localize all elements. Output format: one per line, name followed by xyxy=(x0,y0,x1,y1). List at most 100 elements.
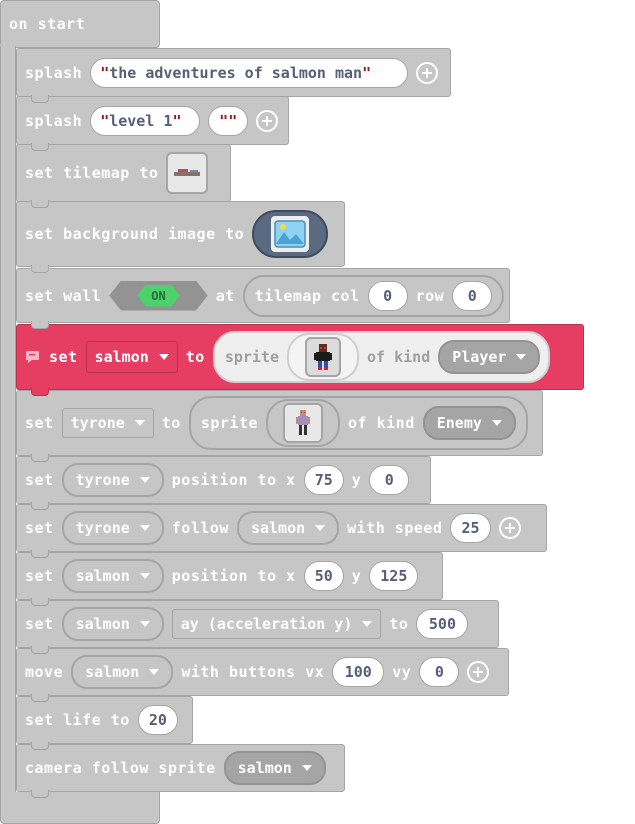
dropdown-caret-icon xyxy=(301,765,312,771)
plus-icon[interactable] xyxy=(498,517,521,539)
splash-subtitle-input[interactable]: " " xyxy=(208,105,249,136)
wall-row-label: row xyxy=(415,286,445,305)
move-sprite-dropdown[interactable]: salmon xyxy=(71,655,174,689)
of-kind-label: of kind xyxy=(367,348,431,366)
tilemap-icon xyxy=(174,169,201,176)
tyrone-position-var: tyrone xyxy=(75,471,130,489)
follow-speed-input[interactable]: 25 xyxy=(450,513,491,543)
set-life-label: set life to xyxy=(25,711,130,729)
dropdown-caret-icon xyxy=(139,525,150,531)
on-start-label: on start xyxy=(9,15,86,33)
set-tilemap-block[interactable]: set tilemap to xyxy=(16,144,231,208)
dropdown-caret-icon xyxy=(134,420,145,426)
tyrone-variable-value: tyrone xyxy=(70,414,125,432)
vy-input[interactable]: 0 xyxy=(419,657,460,687)
tyrone-sprite-picker[interactable] xyxy=(266,399,341,447)
background-image-picker[interactable] xyxy=(252,210,329,258)
kind-player-dropdown[interactable]: Player xyxy=(438,340,541,374)
wall-col-input[interactable]: 0 xyxy=(367,280,408,311)
sprite-reporter[interactable]: sprite of kind Player xyxy=(212,331,551,383)
salmon-position-dropdown[interactable]: salmon xyxy=(61,559,164,593)
y-label: y xyxy=(351,471,362,489)
set-label-5: set xyxy=(25,567,54,585)
salmon-y-input[interactable]: 125 xyxy=(369,561,419,591)
tyrone-position-dropdown[interactable]: tyrone xyxy=(61,463,164,497)
set-background-image-block[interactable]: set background image to xyxy=(16,201,345,273)
follow-block[interactable]: set tyrone follow salmon with speed 25 xyxy=(16,504,547,558)
tyrone-variable-dropdown[interactable]: tyrone xyxy=(61,408,154,438)
dropdown-caret-icon xyxy=(491,420,502,426)
move-sprite-value: salmon xyxy=(85,663,140,681)
wall-at-label: at xyxy=(215,286,235,305)
dropdown-caret-icon xyxy=(362,621,373,627)
accel-sprite-dropdown[interactable]: salmon xyxy=(61,607,164,641)
player-sprite-icon xyxy=(314,344,333,370)
follow-sprite-dropdown[interactable]: tyrone xyxy=(61,511,164,545)
property-dropdown[interactable]: ay (acceleration y) xyxy=(171,609,382,639)
kind-player-value: Player xyxy=(452,348,507,366)
salmon-x-input[interactable]: 50 xyxy=(303,561,344,591)
dropdown-caret-icon xyxy=(315,525,326,531)
life-value-input[interactable]: 20 xyxy=(137,705,178,735)
accel-sprite-value: salmon xyxy=(75,615,130,633)
tyrone-y-input[interactable]: 0 xyxy=(369,465,410,495)
set-label-4: set xyxy=(25,519,54,537)
set-salmon-acceleration-block[interactable]: set salmon ay (acceleration y) to 500 xyxy=(16,600,499,654)
vx-input[interactable]: 100 xyxy=(332,657,385,687)
follow-target-dropdown[interactable]: salmon xyxy=(236,511,340,545)
sprite-reporter-2[interactable]: sprite of kind Enemy xyxy=(188,396,528,450)
to-label: to xyxy=(185,348,205,366)
camera-sprite-dropdown[interactable]: salmon xyxy=(223,751,326,785)
set-tyrone-sprite-block[interactable]: set tyrone to sprite of kind Enemy xyxy=(16,390,543,462)
set-salmon-sprite-block[interactable]: set salmon to sprite of kind Player xyxy=(16,324,584,396)
camera-follow-label: camera follow sprite xyxy=(25,759,216,777)
accel-value-input[interactable]: 500 xyxy=(416,609,469,639)
salmon-sprite-picker[interactable] xyxy=(287,333,360,381)
image-icon xyxy=(274,220,306,248)
enemy-sprite-icon xyxy=(296,410,311,435)
tyrone-x-input[interactable]: 75 xyxy=(303,465,344,495)
move-with-buttons-block[interactable]: move salmon with buttons vx 100 vy 0 xyxy=(16,648,509,702)
set-label-3: set xyxy=(25,471,54,489)
salmon-variable-value: salmon xyxy=(94,348,149,366)
splash-block-level[interactable]: splash " level 1 " " " xyxy=(16,96,289,151)
kind-enemy-value: Enemy xyxy=(436,414,482,432)
salmon-variable-dropdown[interactable]: salmon xyxy=(85,341,178,373)
plus-icon[interactable] xyxy=(416,61,439,84)
set-background-image-label: set background image to xyxy=(25,225,245,243)
set-life-block[interactable]: set life to 20 xyxy=(16,696,193,750)
splash-block-title[interactable]: splash " the adventures of salmon man " xyxy=(16,48,451,103)
kind-enemy-dropdown[interactable]: Enemy xyxy=(422,406,516,440)
of-kind-label-2: of kind xyxy=(348,414,415,432)
comment-icon[interactable] xyxy=(25,350,41,364)
with-speed-label: with speed xyxy=(347,519,443,537)
set-tyrone-position-block[interactable]: set tyrone position to x 75 y 0 xyxy=(16,456,431,510)
splash-text-value: the adventures of salmon man xyxy=(109,63,363,82)
dropdown-caret-icon xyxy=(139,477,150,483)
wall-row-input[interactable]: 0 xyxy=(452,280,493,311)
splash-label: splash xyxy=(25,63,83,82)
set-salmon-position-block[interactable]: set salmon position to x 50 y 125 xyxy=(16,552,443,606)
to-label-3: to xyxy=(389,615,409,633)
set-tilemap-label: set tilemap to xyxy=(25,164,159,182)
dropdown-caret-icon xyxy=(139,573,150,579)
tilemap-thumbnail[interactable] xyxy=(166,152,209,194)
position-to-x-label-2: position to x xyxy=(171,567,296,585)
on-start-rail xyxy=(0,46,16,794)
set-wall-block[interactable]: set wall ON at tilemap col 0 row 0 xyxy=(16,268,510,329)
on-start-block[interactable]: on start xyxy=(0,0,160,48)
wall-toggle[interactable]: ON xyxy=(109,280,208,311)
dropdown-caret-icon xyxy=(149,669,160,675)
sprite-label: sprite xyxy=(224,348,280,366)
y-label-2: y xyxy=(351,567,362,585)
tilemap-col-reporter[interactable]: tilemap col 0 row 0 xyxy=(242,274,505,317)
set-label-6: set xyxy=(25,615,54,633)
move-label: move xyxy=(25,663,64,681)
camera-follow-block[interactable]: camera follow sprite salmon xyxy=(16,744,345,798)
vy-label: vy xyxy=(392,663,412,681)
plus-icon[interactable] xyxy=(256,109,279,132)
splash-text-input-2[interactable]: " level 1 " xyxy=(90,105,201,136)
plus-icon[interactable] xyxy=(467,661,490,683)
splash-text-input[interactable]: " the adventures of salmon man " xyxy=(90,57,409,88)
splash-text-value-2: level 1 xyxy=(109,111,173,130)
